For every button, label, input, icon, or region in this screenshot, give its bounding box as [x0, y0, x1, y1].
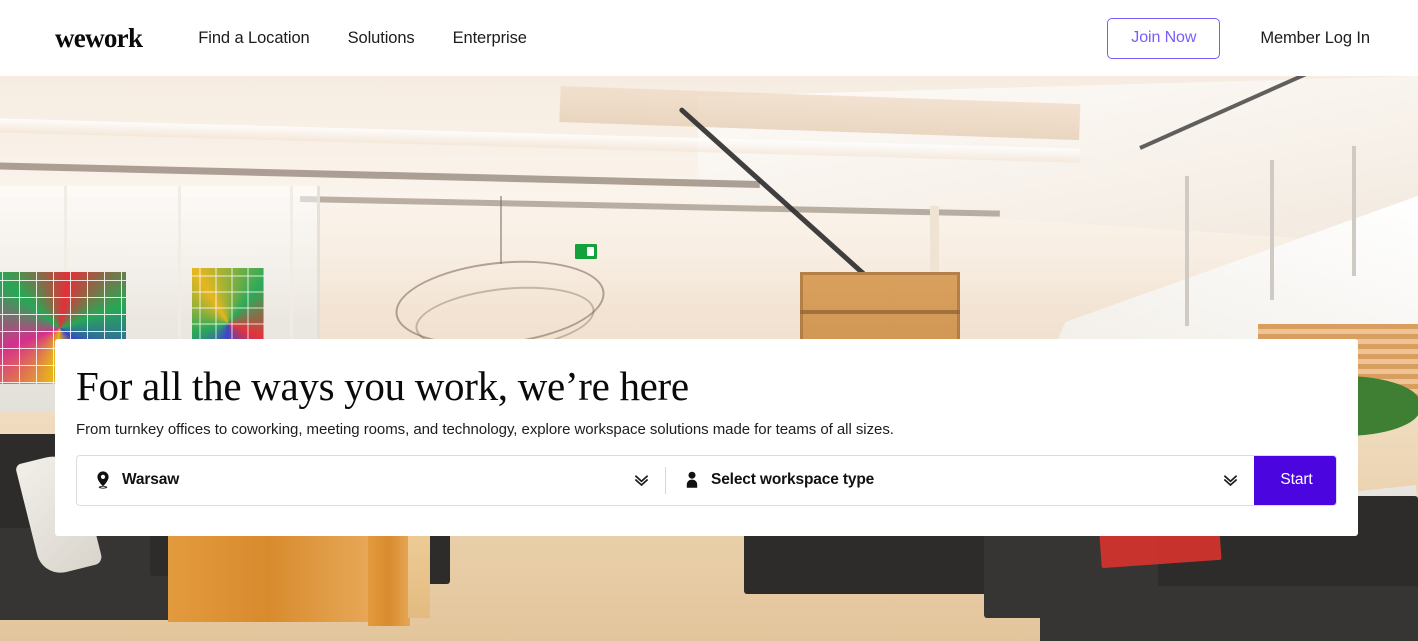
- site-header: wework Find a Location Solutions Enterpr…: [0, 0, 1418, 76]
- location-value: Warsaw: [122, 471, 180, 489]
- member-log-in-link[interactable]: Member Log In: [1260, 29, 1370, 48]
- exit-sign: [575, 244, 597, 259]
- join-now-button[interactable]: Join Now: [1107, 17, 1221, 59]
- workspace-type-value: Select workspace type: [711, 471, 875, 489]
- page-title: For all the ways you work, we’re here: [76, 363, 689, 409]
- sofa-wood-base: [368, 536, 410, 626]
- header-actions: Join Now Member Log In: [1107, 17, 1370, 59]
- start-search-button[interactable]: Start: [1254, 455, 1336, 505]
- double-chevron-down-icon[interactable]: [1222, 472, 1238, 488]
- hero-search-card: For all the ways you work, we’re here Fr…: [55, 339, 1358, 536]
- main-navigation: Find a Location Solutions Enterprise: [198, 29, 527, 48]
- sofa-wood-base: [168, 532, 368, 622]
- balustrade-post: [1352, 146, 1356, 276]
- pendant-light-cord: [500, 196, 502, 264]
- page-root: wework Find a Location Solutions Enterpr…: [0, 0, 1418, 641]
- ceiling-track: [0, 162, 760, 189]
- page-subtitle: From turnkey offices to coworking, meeti…: [76, 420, 894, 438]
- location-pin-icon: [95, 471, 111, 490]
- hero-section: For all the ways you work, we’re here Fr…: [0, 76, 1418, 641]
- location-select[interactable]: Warsaw: [77, 456, 665, 505]
- nav-item-solutions[interactable]: Solutions: [348, 29, 415, 48]
- nav-item-enterprise[interactable]: Enterprise: [453, 29, 527, 48]
- balustrade-post: [1270, 160, 1274, 300]
- balustrade-post: [1185, 176, 1189, 326]
- lounge-sofa: [1040, 586, 1418, 641]
- workspace-type-select[interactable]: Select workspace type: [666, 456, 1254, 505]
- wework-logo[interactable]: wework: [55, 24, 143, 52]
- nav-item-find-a-location[interactable]: Find a Location: [198, 29, 309, 48]
- search-bar: Warsaw Select workspace type Start: [76, 454, 1337, 506]
- double-chevron-down-icon[interactable]: [633, 472, 649, 488]
- person-icon: [684, 471, 700, 489]
